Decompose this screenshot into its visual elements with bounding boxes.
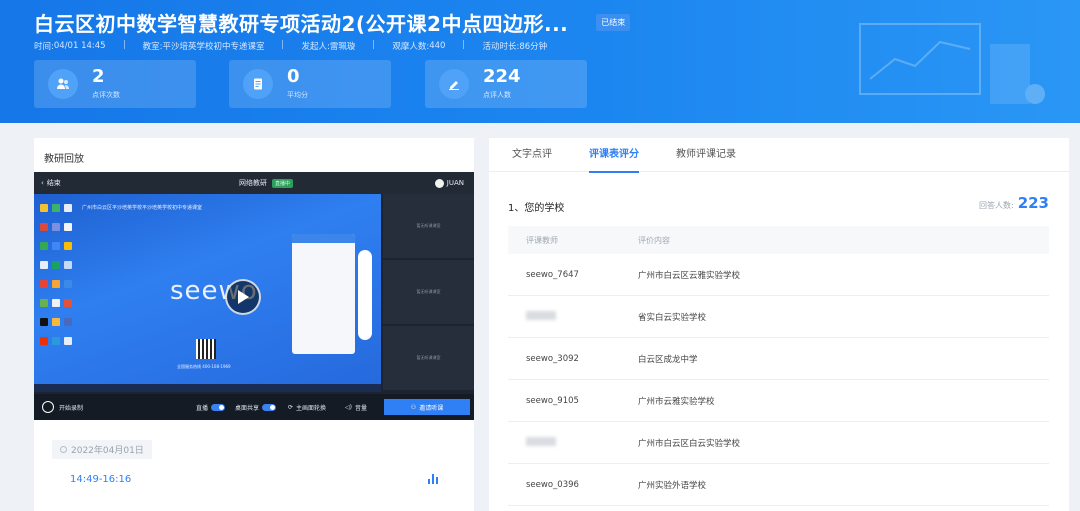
invite-button[interactable]: ⚇ 邀请听课 (384, 399, 470, 415)
stat-label: 平均分 (287, 91, 308, 99)
status-badge: 已结束 (596, 14, 631, 31)
page-title: 白云区初中数学智慧教研专项活动2(公开课2中点四边形... (34, 12, 569, 36)
meta-initiator: 发起人: 雷珮璇 (301, 42, 356, 52)
meta-duration: 活动时长: 86分钟 (482, 42, 548, 52)
banner-decoration (859, 23, 1045, 104)
qr-code (196, 339, 216, 359)
player-center-title: 网络教研 (239, 179, 267, 187)
table-row: 省实白云实验学校 (508, 296, 1049, 338)
answer-count: 回答人数: 223 (978, 194, 1049, 212)
classroom-tiles: 暂无听课课室 暂无听课课室 暂无听课课室 (383, 194, 474, 392)
table-row: 广州市白云区白云实验学校 (508, 422, 1049, 464)
answers-table: 评课教师 评价内容 seewo_7647 广州市白云区云雅实验学校 省实白云实验… (508, 226, 1049, 506)
activity-meta: 时间: 04/01 14:45 教室: 平沙培英学校初中专递课室 发起人: 雷珮… (34, 40, 547, 52)
stat-average-score: 0 平均分 (229, 60, 391, 108)
meta-classroom: 教室: 平沙培英学校初中专递课室 (142, 42, 265, 52)
toggle-switch (262, 404, 277, 411)
table-header: 评课教师 评价内容 (508, 226, 1049, 254)
table-row: seewo_0396 广州实验外语学校 (508, 464, 1049, 506)
tab-text-comment[interactable]: 文字点评 (512, 138, 552, 172)
person-icon: ⚇ (410, 403, 417, 411)
stat-commenter-count: 224 点评人数 (425, 60, 587, 108)
users-icon (48, 69, 78, 99)
volume-button[interactable]: ◁) 音量 (345, 403, 367, 412)
table-row: seewo_3092 白云区成龙中学 (508, 338, 1049, 380)
stat-value: 2 (92, 66, 105, 87)
tab-bar: 文字点评 评课表评分 教师评课记录 (489, 138, 1069, 173)
session-date: 2022年04月01日 (52, 440, 152, 459)
chevron-left-icon: ‹ (41, 179, 44, 187)
taskbar (34, 384, 381, 392)
session-item[interactable]: 14:49-16:16 (48, 469, 458, 489)
video-player[interactable]: ‹ 结束 网络教研 直播中 JUAN 广州市白云区平沙培英学校平沙培英学校初中专… (34, 172, 474, 420)
stat-comment-count: 2 点评次数 (34, 60, 196, 108)
play-icon (238, 290, 249, 304)
clock-icon (60, 446, 67, 453)
shared-screen: 广州市白云区平沙培英学校平沙培英学校初中专递课室 seewo 全国服务热线 40… (34, 194, 381, 392)
replay-panel: 教研回放 ‹ 结束 网络教研 直播中 JUAN 广州市白云区平沙培英学校平沙培英… (34, 138, 474, 511)
playing-bars-icon (428, 474, 438, 484)
live-tag: 直播中 (272, 178, 294, 188)
classroom-tile: 暂无听课课室 (383, 260, 474, 324)
main-switch-button[interactable]: ⟳ 主画面轮换 (288, 403, 326, 412)
stat-value: 224 (483, 66, 521, 87)
evaluation-panel: 文字点评 评课表评分 教师评课记录 1、您的学校 回答人数: 223 评课教师 … (489, 138, 1069, 511)
desktop-share-toggle[interactable]: 桌面共享 (235, 403, 277, 412)
stat-label: 点评次数 (92, 91, 120, 99)
record-button[interactable]: 开始录制 (42, 401, 83, 413)
toggle-switch (211, 404, 226, 411)
stat-value: 0 (287, 66, 300, 87)
tab-teacher-records[interactable]: 教师评课记录 (676, 138, 736, 172)
panel-title: 教研回放 (44, 154, 84, 165)
redacted-name (526, 436, 556, 446)
table-row: seewo_9105 广州市云雅实验学校 (508, 380, 1049, 422)
question-title: 1、您的学校 (508, 203, 565, 214)
session-list: 2022年04月01日 14:49-16:16 (48, 438, 458, 489)
activity-banner: 白云区初中数学智慧教研专项活动2(公开课2中点四边形... 已结束 时间: 04… (0, 0, 1080, 123)
user-info: JUAN (434, 178, 464, 188)
meta-viewers: 观摩人数: 440 (392, 41, 446, 52)
player-controls: 开始录制 直播 桌面共享 ⟳ 主画面轮换 ◁) 音量 ⚇ 邀请听课 (34, 394, 474, 420)
document-icon (243, 69, 273, 99)
refresh-icon: ⟳ (288, 404, 294, 411)
stat-label: 点评人数 (483, 91, 511, 99)
classroom-tile: 暂无听课课室 (383, 326, 474, 390)
live-toggle[interactable]: 直播 (196, 403, 226, 412)
back-button[interactable]: ‹ 结束 (41, 178, 61, 188)
classroom-tile: 暂无听课课室 (383, 194, 474, 258)
edit-icon (439, 69, 469, 99)
avatar (434, 178, 444, 188)
qr-caption: 全国服务热线 400-108-1969 (177, 364, 231, 369)
play-button[interactable] (225, 279, 261, 315)
floating-toolbar (358, 250, 372, 340)
screen-heading: 广州市白云区平沙培英学校平沙培英学校初中专递课室 (82, 205, 203, 211)
table-row: seewo_7647 广州市白云区云雅实验学校 (508, 254, 1049, 296)
desktop-icons (38, 200, 80, 352)
session-time: 14:49-16:16 (70, 473, 132, 485)
speaker-icon: ◁) (345, 404, 352, 411)
player-topbar: ‹ 结束 网络教研 直播中 JUAN (34, 172, 474, 194)
record-icon (42, 401, 54, 413)
tab-scorecard[interactable]: 评课表评分 (589, 138, 639, 173)
meta-time: 时间: 04/01 14:45 (34, 41, 106, 52)
floating-window (292, 234, 355, 354)
redacted-name (526, 310, 556, 320)
